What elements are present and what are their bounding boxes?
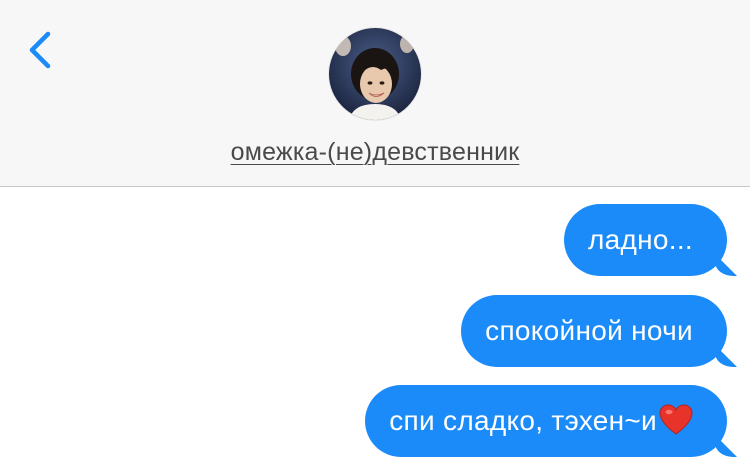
back-button[interactable] [22,28,62,72]
message-thread: ладно... спокойной ночи спи сладко, тэхе… [0,187,750,466]
message-text: ладно... [587,224,693,255]
message-bubble-outgoing[interactable]: спокойной ночи [461,295,727,367]
red-heart-icon [659,391,693,463]
contact-photo-icon [329,28,421,120]
message-bubble-outgoing[interactable]: ладно... [563,204,727,276]
avatar[interactable] [329,28,421,120]
contact-name[interactable]: омежка-(не)девственник [0,138,750,167]
message-text: спи сладко, тэхен~и [389,405,657,436]
conversation-header: омежка-(не)девственник [0,0,750,187]
message-text: спокойной ночи [485,315,693,346]
message-bubble-outgoing[interactable]: спи сладко, тэхен~и [365,385,727,457]
chevron-left-icon [29,31,51,69]
